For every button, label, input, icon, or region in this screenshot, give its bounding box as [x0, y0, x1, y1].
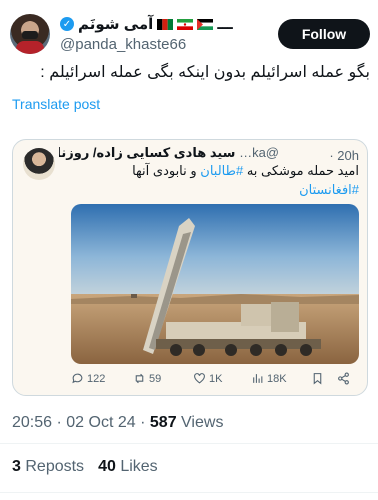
translate-post-link[interactable]: Translate post — [12, 96, 100, 112]
reposts-label: Reposts — [25, 458, 85, 475]
quote-time[interactable]: · 20h — [329, 148, 359, 163]
quote-bookmark-button[interactable] — [311, 372, 324, 385]
quote-views-button[interactable]: 18K — [251, 372, 287, 385]
bookmark-icon — [313, 373, 322, 385]
heart-icon — [194, 373, 205, 384]
tweet-time[interactable]: 20:56 — [12, 414, 52, 431]
author-handle[interactable]: @panda_khaste66 — [60, 36, 186, 53]
quote-text-suffix: و نابودی آنها — [132, 163, 201, 178]
iran-flag-icon — [177, 18, 194, 30]
quote-author-avatar[interactable] — [23, 148, 55, 180]
quote-views-count: 18K — [267, 372, 287, 385]
engagement-stats: 3 Reposts 40 Likes — [12, 458, 158, 476]
divider — [0, 492, 378, 493]
quote-text: امید حمله موشکی به #طالبان و نابودی آنها — [69, 163, 359, 179]
missile-launcher-image[interactable] — [71, 204, 359, 364]
views-count: 587 — [149, 414, 177, 431]
author-name-row[interactable]: ✓ آمی شونَم ـــ — [60, 14, 233, 34]
follow-button[interactable]: Follow — [278, 19, 370, 49]
quote-author-display-name: سید هادی کسایی زاده/ روزنامه نگار — [59, 145, 236, 160]
quote-author-name[interactable]: @ka… سید هادی کسایی زاده/ روزنامه نگار — [59, 145, 279, 161]
likes-stat[interactable]: 40 Likes — [98, 458, 158, 476]
author-avatar[interactable] — [10, 14, 50, 54]
quote-handle: @ka… — [239, 145, 279, 160]
verified-badge-icon: ✓ — [60, 17, 74, 31]
reply-icon — [72, 373, 83, 384]
hashtag-afghanistan[interactable]: #افغانستان — [69, 182, 359, 198]
views-chart-icon — [253, 374, 263, 383]
quote-text-prefix: امید حمله موشکی به — [243, 163, 359, 178]
quote-reply-count: 122 — [87, 372, 106, 385]
quote-actions: 122 59 1K 18K — [71, 372, 359, 390]
tweet-date[interactable]: 02 Oct 24 — [66, 414, 135, 431]
author-display-name[interactable]: آمی شونَم — [78, 15, 153, 33]
reposts-count: 3 — [12, 458, 21, 475]
likes-count: 40 — [98, 458, 116, 475]
views-label: Views — [181, 414, 224, 431]
name-decoration: ـــ — [217, 16, 233, 33]
quote-reply-button[interactable]: 122 — [71, 372, 105, 385]
quote-like-count: 1K — [209, 372, 223, 385]
quote-share-button[interactable] — [337, 372, 350, 385]
divider — [0, 443, 378, 444]
quote-repost-button[interactable]: 59 — [133, 372, 161, 385]
tweet-metadata: 20:56 · 02 Oct 24 · 587 Views — [12, 414, 224, 431]
repost-icon — [135, 373, 144, 384]
afghanistan-flag-icon — [157, 18, 174, 30]
quote-repost-count: 59 — [149, 372, 162, 385]
quote-like-button[interactable]: 1K — [193, 372, 222, 385]
quoted-tweet[interactable]: @ka… سید هادی کسایی زاده/ روزنامه نگار ·… — [12, 139, 368, 396]
hashtag-taliban[interactable]: #طالبان — [200, 163, 243, 178]
likes-label: Likes — [120, 458, 158, 475]
palestine-flag-icon — [197, 18, 214, 30]
share-icon — [338, 372, 349, 385]
tweet-header: ✓ آمی شونَم ـــ @panda_khaste66 Follow — [10, 14, 370, 58]
reposts-stat[interactable]: 3 Reposts — [12, 458, 84, 476]
tweet-text: بگو عمله اسرائیلم بدون اینکه بگی عمله اس… — [40, 64, 370, 81]
